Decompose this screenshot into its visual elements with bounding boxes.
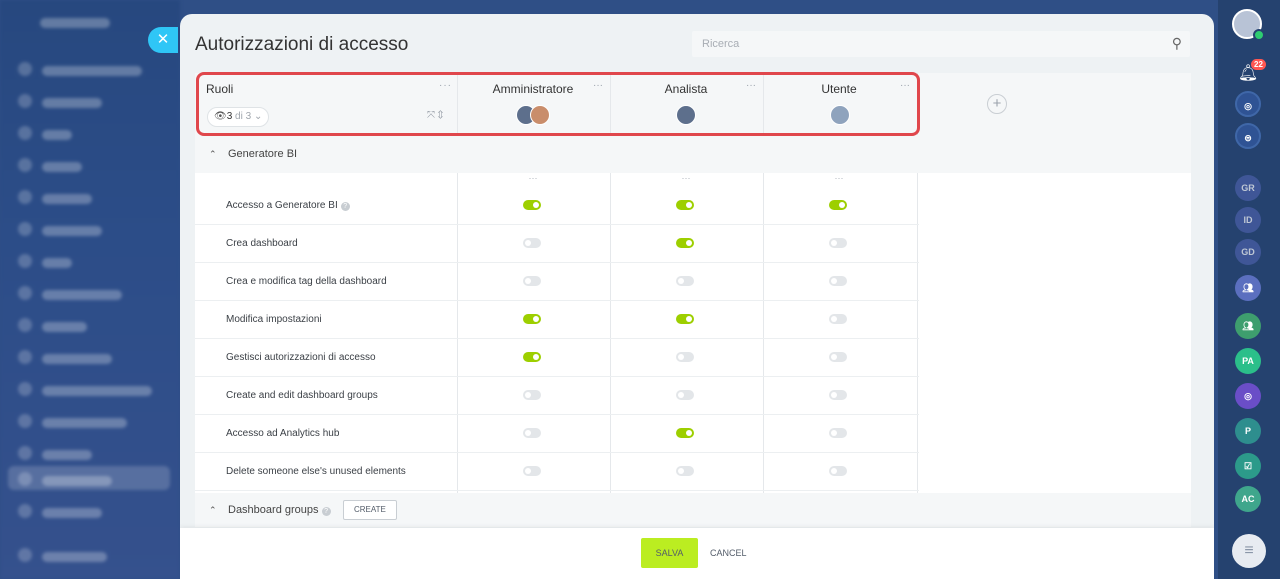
chevron-up-icon[interactable]: ⌃	[209, 149, 217, 160]
chat-icon[interactable]: ◎	[1235, 91, 1261, 117]
chevron-up-icon[interactable]: ⌃	[209, 505, 217, 516]
permissions-table: Ruoli ··· 👁︎3 di 3 ⌄ ⤧ ⇕ Amministratore …	[195, 73, 1191, 527]
permission-toggle[interactable]	[676, 352, 694, 362]
footer-bar: SALVA CANCEL	[180, 528, 1214, 579]
permission-row: Modifica impostazioni	[195, 301, 919, 339]
section-label: Dashboard groups	[228, 504, 319, 516]
permission-toggle[interactable]	[829, 466, 847, 476]
permission-row: Delete someone else's unused elements	[195, 453, 919, 491]
search-chat-icon[interactable]: ⊜	[1235, 123, 1261, 149]
permission-toggle[interactable]	[676, 238, 694, 248]
permission-label-text: Gestisci autorizzazioni di accesso	[226, 352, 376, 363]
section-generatore-bi[interactable]: ⌃ Generatore BI	[195, 135, 1191, 173]
permission-toggle[interactable]	[829, 314, 847, 324]
create-group-button[interactable]: CREATE	[343, 500, 397, 520]
column-menu-row: ··· ··· ···	[195, 173, 919, 187]
permission-label: Accesso a Generatore BI?	[226, 200, 350, 211]
permission-label: Accesso ad Analytics hub	[226, 428, 339, 439]
permission-toggle[interactable]	[523, 276, 541, 286]
section-dashboard-groups[interactable]: ⌃ Dashboard groups? CREATE	[195, 493, 1191, 527]
permission-toggle[interactable]	[676, 314, 694, 324]
permission-toggle[interactable]	[829, 390, 847, 400]
permission-label-text: Accesso a Generatore BI	[226, 200, 338, 211]
permission-toggle[interactable]	[676, 390, 694, 400]
search-icon[interactable]: ⚲	[1172, 35, 1182, 52]
section-label: Generatore BI	[228, 148, 298, 160]
permission-label: Crea e modifica tag della dashboard	[226, 276, 387, 287]
page-title: Autorizzazioni di accesso	[195, 34, 409, 55]
group-chat-icon[interactable]: 👥︎	[1235, 275, 1261, 301]
tasks-icon[interactable]: ☑	[1235, 453, 1261, 479]
search-input[interactable]: Ricerca ⚲	[692, 31, 1190, 57]
permission-label: Delete someone else's unused elements	[226, 466, 406, 477]
permission-toggle[interactable]	[676, 428, 694, 438]
save-button[interactable]: SALVA	[641, 538, 698, 568]
group-chat-icon-2[interactable]: 👥︎	[1235, 313, 1261, 339]
rail-contact-pa[interactable]: PA	[1235, 348, 1261, 374]
permission-toggle[interactable]	[676, 276, 694, 286]
channel-icon[interactable]: ◎	[1235, 383, 1261, 409]
permission-row: Gestisci autorizzazioni di accesso	[195, 339, 919, 377]
rail-contact-id[interactable]: ID	[1235, 207, 1261, 233]
permission-toggle[interactable]	[523, 352, 541, 362]
rail-contact-gd[interactable]: GD	[1235, 239, 1261, 265]
notification-count-badge: 22	[1251, 59, 1266, 70]
permission-label-text: Crea dashboard	[226, 238, 298, 249]
permission-label: Create and edit dashboard groups	[226, 390, 378, 401]
rail-contact-gr[interactable]: GR	[1235, 175, 1261, 201]
background-sidebar	[0, 0, 180, 579]
permission-row: Crea dashboard	[195, 225, 919, 263]
permission-toggle[interactable]	[829, 238, 847, 248]
permission-row: Create and edit dashboard groups	[195, 377, 919, 415]
online-status-icon	[1253, 29, 1265, 41]
roles-header-highlight	[196, 72, 920, 136]
rail-contact-p[interactable]: P	[1235, 418, 1261, 444]
permission-toggle[interactable]	[523, 314, 541, 324]
close-slider-button[interactable]: ✕	[148, 27, 178, 53]
permission-toggle[interactable]	[829, 276, 847, 286]
permission-toggle[interactable]	[523, 238, 541, 248]
permission-toggle[interactable]	[829, 352, 847, 362]
column-menu-icon[interactable]: ···	[610, 173, 762, 183]
column-menu-icon[interactable]: ···	[763, 173, 915, 183]
permission-label-text: Accesso ad Analytics hub	[226, 428, 340, 439]
permission-toggle[interactable]	[523, 200, 541, 210]
permission-toggle[interactable]	[829, 200, 847, 210]
search-placeholder: Ricerca	[702, 38, 740, 50]
column-menu-icon[interactable]: ···	[457, 173, 609, 183]
permission-label: Modifica impostazioni	[226, 314, 322, 325]
menu-icon[interactable]: ≡	[1232, 534, 1266, 568]
help-icon[interactable]: ?	[321, 507, 331, 516]
help-icon[interactable]: ?	[340, 202, 350, 211]
close-icon: ✕	[156, 31, 170, 48]
permission-label-text: Modifica impostazioni	[226, 314, 322, 325]
cancel-button[interactable]: CANCEL	[706, 538, 751, 568]
permission-toggle[interactable]	[829, 428, 847, 438]
permission-row: Accesso ad Analytics hub	[195, 415, 919, 453]
permission-row: Crea e modifica tag della dashboard	[195, 263, 919, 301]
permission-toggle[interactable]	[676, 466, 694, 476]
permission-row: Accesso a Generatore BI?	[195, 187, 919, 225]
permission-toggle[interactable]	[523, 428, 541, 438]
rail-contact-ac[interactable]: AC	[1235, 486, 1261, 512]
permission-toggle[interactable]	[523, 390, 541, 400]
permission-label-text: Delete someone else's unused elements	[226, 466, 406, 477]
permission-toggle[interactable]	[676, 200, 694, 210]
permission-toggle[interactable]	[523, 466, 541, 476]
right-rail: 🔔︎ 22 ◎ ⊜ GR ID GD 👥︎ 👥︎ PA ◎ P ☑ AC ≡	[1218, 0, 1280, 579]
permission-label-text: Create and edit dashboard groups	[226, 390, 378, 401]
permission-label-text: Crea e modifica tag della dashboard	[226, 276, 387, 287]
permission-label: Gestisci autorizzazioni di accesso	[226, 352, 376, 363]
add-role-button[interactable]: +	[987, 94, 1007, 114]
permission-label: Crea dashboard	[226, 238, 298, 249]
